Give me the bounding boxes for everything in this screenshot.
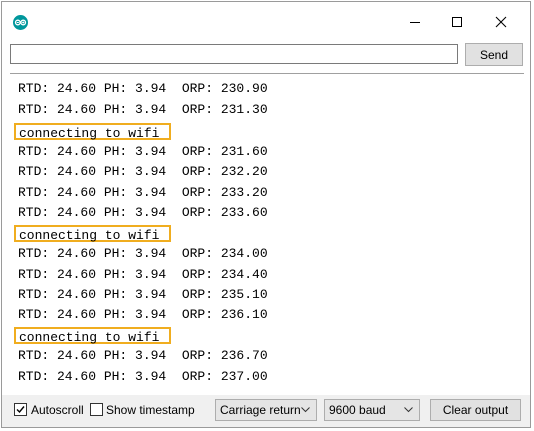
output-line: RTD: 24.60 PH: 3.94 ORP: 235.10: [18, 287, 268, 302]
send-row: Send: [2, 40, 530, 72]
output-line-highlighted: connecting to wifi: [14, 327, 171, 345]
line-ending-dropdown[interactable]: Carriage return: [215, 399, 317, 421]
close-icon[interactable]: [486, 10, 516, 34]
bottom-toolbar: Autoscroll Show timestamp Carriage retur…: [2, 395, 530, 427]
show-timestamp-label[interactable]: Show timestamp: [106, 403, 195, 417]
line-ending-value: Carriage return: [220, 403, 301, 417]
autoscroll-label[interactable]: Autoscroll: [31, 403, 84, 417]
output-line-highlighted: connecting to wifi: [14, 123, 171, 141]
title-bar[interactable]: [2, 2, 530, 38]
output-line: RTD: 24.60 PH: 3.94 ORP: 236.70: [18, 348, 268, 363]
autoscroll-checkbox[interactable]: [14, 403, 27, 416]
output-line: RTD: 24.60 PH: 3.94 ORP: 236.10: [18, 307, 268, 322]
output-line: RTD: 24.60 PH: 3.94 ORP: 232.20: [18, 164, 268, 179]
output-line-highlighted: connecting to wifi: [14, 225, 171, 243]
serial-monitor-window: Send RTD: 24.60 PH: 3.94 ORP: 230.90 RTD…: [1, 1, 531, 428]
arduino-logo-icon: [13, 15, 28, 30]
baud-rate-value: 9600 baud: [329, 403, 386, 417]
output-line: RTD: 24.60 PH: 3.94 ORP: 234.00: [18, 246, 268, 261]
output-line: RTD: 24.60 PH: 3.94 ORP: 237.00: [18, 369, 268, 384]
maximize-icon[interactable]: [442, 10, 472, 34]
send-input[interactable]: [10, 44, 458, 64]
chevron-down-icon: [301, 407, 310, 413]
output-line: RTD: 24.60 PH: 3.94 ORP: 231.30: [18, 102, 268, 117]
send-button[interactable]: Send: [465, 43, 523, 66]
clear-output-button[interactable]: Clear output: [430, 399, 521, 421]
minimize-icon[interactable]: [400, 10, 430, 34]
output-line: RTD: 24.60 PH: 3.94 ORP: 234.40: [18, 267, 268, 282]
output-line: RTD: 24.60 PH: 3.94 ORP: 230.90: [18, 81, 268, 96]
baud-rate-dropdown[interactable]: 9600 baud: [324, 399, 420, 421]
chevron-down-icon: [404, 407, 413, 413]
output-line: RTD: 24.60 PH: 3.94 ORP: 233.60: [18, 205, 268, 220]
serial-output[interactable]: RTD: 24.60 PH: 3.94 ORP: 230.90 RTD: 24.…: [10, 73, 524, 396]
checkmark-icon: [16, 406, 25, 414]
output-line: RTD: 24.60 PH: 3.94 ORP: 233.20: [18, 185, 268, 200]
show-timestamp-checkbox[interactable]: [90, 403, 103, 416]
output-line: RTD: 24.60 PH: 3.94 ORP: 231.60: [18, 144, 268, 159]
